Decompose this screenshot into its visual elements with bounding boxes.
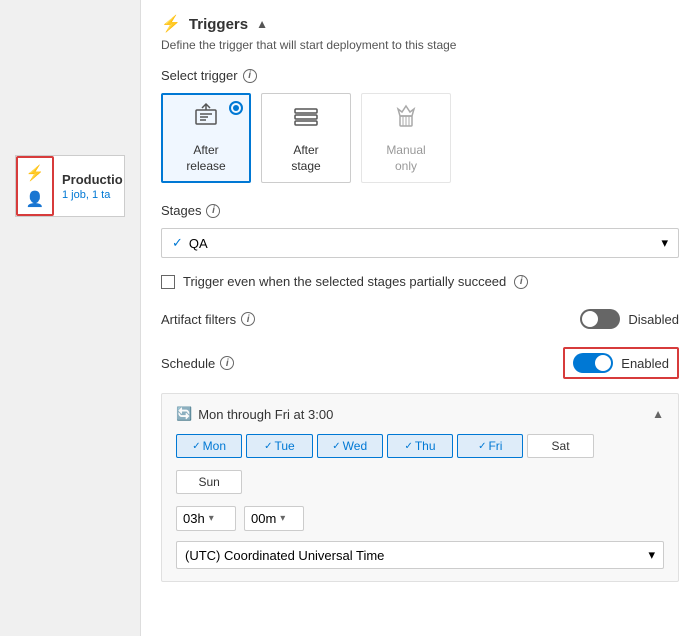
- minute-select[interactable]: 00m ▾: [244, 506, 304, 531]
- trigger-radio-inner: [233, 105, 239, 111]
- person-icon: 👤: [24, 188, 46, 210]
- day-btn-thu[interactable]: Thu: [387, 434, 453, 458]
- checkbox-info-icon[interactable]: i: [514, 275, 528, 289]
- artifact-filters-status: Disabled: [628, 312, 679, 327]
- after-release-icon: [192, 102, 220, 137]
- left-panel: ⚡ 👤 Productio 1 job, 1 ta: [0, 0, 140, 636]
- timezone-value: (UTC) Coordinated Universal Time: [185, 548, 384, 563]
- day-btn-empty: [598, 434, 664, 458]
- day-btn-wed[interactable]: Wed: [317, 434, 383, 458]
- day-btn-tue[interactable]: Tue: [246, 434, 312, 458]
- triggers-icon: ⚡: [161, 14, 181, 34]
- artifact-filters-label: Artifact filters i: [161, 312, 255, 327]
- schedule-label: Schedule i: [161, 356, 234, 371]
- trigger-card-after-stage[interactable]: Afterstage: [261, 93, 351, 183]
- stages-info-icon[interactable]: i: [206, 204, 220, 218]
- minute-arrow-icon: ▾: [280, 513, 285, 524]
- after-stage-label: Afterstage: [291, 143, 320, 174]
- artifact-filters-toggle-container: Disabled: [580, 309, 679, 329]
- schedule-toggle-row: Schedule i Enabled: [161, 347, 679, 379]
- timezone-select[interactable]: (UTC) Coordinated Universal Time ▾: [176, 541, 664, 569]
- stage-name: Productio: [62, 172, 123, 187]
- stages-dropdown[interactable]: ✓ QA ▾: [161, 228, 679, 258]
- stages-value: QA: [189, 236, 208, 251]
- artifact-filters-toggle[interactable]: [580, 309, 620, 329]
- hour-select[interactable]: 03h ▾: [176, 506, 236, 531]
- schedule-info: 🔄 Mon through Fri at 3:00 ▲ Mon Tue Wed …: [161, 393, 679, 582]
- panel-header: ⚡ Triggers ▲: [161, 14, 679, 34]
- day-btn-sun[interactable]: Sun: [176, 470, 242, 494]
- time-row: 03h ▾ 00m ▾: [176, 506, 664, 531]
- day-grid-row2: Sun: [176, 470, 664, 494]
- trigger-card-manual-only[interactable]: Manualonly: [361, 93, 451, 183]
- stages-chevron-icon: ▾: [661, 235, 668, 251]
- stages-dropdown-left: ✓ QA: [172, 235, 208, 251]
- stage-icons: ⚡ 👤: [16, 156, 54, 216]
- schedule-status: Enabled: [621, 356, 669, 371]
- schedule-expand-icon[interactable]: ▲: [652, 407, 664, 421]
- schedule-info-icon[interactable]: i: [220, 356, 234, 370]
- schedule-toggle-container: Enabled: [563, 347, 679, 379]
- schedule-summary: 🔄 Mon through Fri at 3:00 ▲: [176, 406, 664, 422]
- right-panel: ⚡ Triggers ▲ Define the trigger that wil…: [140, 0, 699, 636]
- day-btn-fri[interactable]: Fri: [457, 434, 523, 458]
- stages-section: Stages i ✓ QA ▾: [161, 203, 679, 258]
- select-trigger-info-icon[interactable]: i: [243, 69, 257, 83]
- schedule-refresh-icon: 🔄: [176, 406, 192, 422]
- trigger-cards: Afterrelease Afterstage: [161, 93, 679, 183]
- after-stage-icon: [292, 102, 320, 137]
- collapse-icon[interactable]: ▲: [256, 17, 268, 31]
- panel-title: Triggers: [189, 16, 248, 33]
- stages-check-icon: ✓: [172, 235, 183, 251]
- manual-only-label: Manualonly: [386, 143, 425, 174]
- schedule-toggle-knob: [595, 355, 611, 371]
- day-grid-row1: Mon Tue Wed Thu Fri Sat: [176, 434, 664, 458]
- stage-meta: 1 job, 1 ta: [62, 189, 123, 201]
- checkbox-label: Trigger even when the selected stages pa…: [183, 274, 506, 289]
- hour-arrow-icon: ▾: [209, 513, 214, 524]
- artifact-filters-row: Artifact filters i Disabled: [161, 309, 679, 329]
- manual-only-icon: [392, 102, 420, 137]
- panel-subtitle: Define the trigger that will start deplo…: [161, 38, 679, 52]
- checkbox-row[interactable]: Trigger even when the selected stages pa…: [161, 274, 679, 289]
- artifact-filters-info-icon[interactable]: i: [241, 312, 255, 326]
- select-trigger-label: Select trigger i: [161, 68, 679, 83]
- stage-box[interactable]: ⚡ 👤 Productio 1 job, 1 ta: [15, 155, 125, 217]
- lightning-icon: ⚡: [24, 162, 46, 184]
- day-btn-sat[interactable]: Sat: [527, 434, 593, 458]
- stage-content: Productio 1 job, 1 ta: [54, 166, 131, 207]
- schedule-toggle[interactable]: [573, 353, 613, 373]
- artifact-filters-toggle-knob: [582, 311, 598, 327]
- trigger-radio-after-release: [229, 101, 243, 115]
- timezone-arrow-icon: ▾: [648, 547, 655, 563]
- day-btn-mon[interactable]: Mon: [176, 434, 242, 458]
- stages-label: Stages i: [161, 203, 679, 218]
- after-release-label: Afterrelease: [186, 143, 225, 174]
- trigger-card-after-release[interactable]: Afterrelease: [161, 93, 251, 183]
- partial-success-checkbox[interactable]: [161, 275, 175, 289]
